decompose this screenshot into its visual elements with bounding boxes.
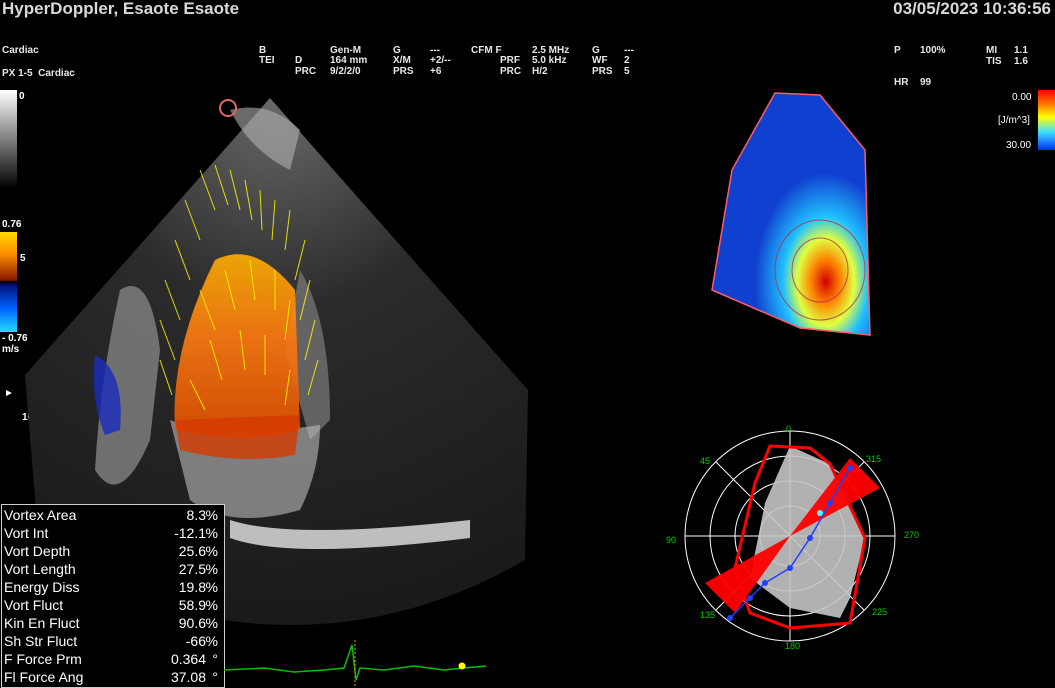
polar-label-225: 225 <box>872 607 888 617</box>
param-prc: PRC <box>295 66 317 77</box>
param-wf-value: 2 <box>624 55 630 66</box>
measurement-unit: % <box>205 633 218 649</box>
param-cfm: CFM F <box>471 45 502 56</box>
param-cfm-prc-value: H/2 <box>532 66 548 77</box>
measurement-unit: % <box>205 543 218 559</box>
measurement-row: Vort Depth 25.6 % <box>4 543 218 561</box>
measurement-unit: % <box>205 525 218 541</box>
measurement-value: 90.6 <box>178 615 206 631</box>
measurement-value: -66 <box>185 633 206 649</box>
measurement-value: 19.8 <box>178 579 206 595</box>
param-mi: MI <box>986 45 998 56</box>
measurement-value: 25.6 <box>178 543 206 559</box>
param-cfm-prc: PRC <box>500 66 522 77</box>
measurement-row: F Force Prm 0.364 ° <box>4 651 218 669</box>
measurement-row: Fl Force Ang 37.08 ° <box>4 669 218 687</box>
measurement-row: Vortex Area 8.3 % <box>4 507 218 525</box>
param-tei: TEI <box>259 55 275 66</box>
param-prs-value: +6 <box>430 66 442 77</box>
measurement-row: Sh Str Fluct -66 % <box>4 633 218 651</box>
measurement-value: 0.364 <box>170 651 206 667</box>
ecg-cursor-icon <box>458 662 466 670</box>
measurement-row: Vort Int -12.1 % <box>4 525 218 543</box>
polar-label-270: 270 <box>904 530 920 540</box>
app-title: HyperDoppler, Esaote Esaote <box>2 0 240 18</box>
param-cfm-prs-value: 5 <box>624 66 630 77</box>
measurement-panel: Vortex Area 8.3 % Vort Int -12.1 % Vort … <box>1 504 225 688</box>
measurement-label: Energy Diss <box>4 579 80 595</box>
measurement-label: Vort Fluct <box>4 597 64 613</box>
measurement-label: Sh Str Fluct <box>4 633 78 649</box>
param-prc-value: 9/2/2/0 <box>330 66 361 77</box>
probe-app: Cardiac <box>38 68 75 79</box>
param-xm-value: +2/-- <box>430 55 451 66</box>
param-tis: TIS <box>986 56 1002 67</box>
exam-datetime: 03/05/2023 10:36:56 <box>893 0 1051 18</box>
measurement-row: Vort Length 27.5 % <box>4 561 218 579</box>
energy-unit-label: [J/m^3] <box>998 115 1030 126</box>
param-tis-value: 1.6 <box>1014 56 1028 67</box>
param-mi-value: 1.1 <box>1014 45 1028 56</box>
polar-label-315: 315 <box>866 454 882 464</box>
polar-label-0: 0 <box>786 424 792 434</box>
hr-label: HR <box>894 77 909 88</box>
polar-marker <box>817 510 823 516</box>
energy-map <box>711 92 871 336</box>
flow-jet-lower <box>175 415 300 459</box>
param-p-value: 100% <box>920 45 946 56</box>
measurement-label: Vort Length <box>4 561 76 577</box>
polar-label-90: 90 <box>666 535 677 545</box>
measurement-unit: ° <box>212 651 218 667</box>
ecg-trace <box>224 640 487 688</box>
param-p: P <box>894 45 901 56</box>
probe-logo-icon <box>219 99 237 117</box>
param-wf: WF <box>592 55 608 66</box>
measurement-row: Kin En Fluct 90.6 % <box>4 615 218 633</box>
ecg-line <box>224 644 487 681</box>
measurement-unit: % <box>205 579 218 595</box>
measurement-value: 37.08 <box>170 669 206 685</box>
energy-max-label: 0.00 <box>1012 92 1032 103</box>
measurement-label: Vortex Area <box>4 507 77 523</box>
measurement-value: 27.5 <box>178 561 206 577</box>
measurement-value: 8.3 <box>186 507 206 523</box>
param-prs: PRS <box>393 66 414 77</box>
measurement-label: Vort Depth <box>4 543 71 559</box>
measurement-label: Vort Int <box>4 525 49 541</box>
measurement-row: Energy Diss 19.8 % <box>4 579 218 597</box>
probe-label: PX 1-5 Cardiac <box>2 69 75 79</box>
probe-name: PX 1-5 <box>2 68 33 79</box>
measurement-unit: ° <box>212 669 218 685</box>
measurement-label: F Force Prm <box>4 651 82 667</box>
measurement-label: Kin En Fluct <box>4 615 80 631</box>
measurement-value: 58.9 <box>178 597 206 613</box>
param-prf: PRF <box>500 55 520 66</box>
measurement-value: -12.1 <box>174 525 206 541</box>
param-d: D <box>295 55 303 66</box>
preset-label: Cardiac <box>2 45 39 56</box>
energy-color-bar <box>1038 90 1055 150</box>
polar-label-45: 45 <box>700 456 711 466</box>
param-xm: X/M <box>393 55 411 66</box>
measurement-unit: % <box>205 561 218 577</box>
energy-map-region <box>711 92 871 336</box>
measurement-unit: % <box>205 507 218 523</box>
param-cfm-prs: PRS <box>592 66 613 77</box>
hr-value: 99 <box>920 77 932 88</box>
measurement-unit: % <box>205 615 218 631</box>
param-prf-value: 5.0 kHz <box>532 55 567 66</box>
measurement-label: Fl Force Ang <box>4 669 84 685</box>
polar-label-180: 180 <box>785 641 801 651</box>
polar-label-135: 135 <box>700 610 716 620</box>
measurement-row: Vort Fluct 58.9 % <box>4 597 218 615</box>
energy-min-label: 30.00 <box>1006 140 1032 151</box>
measurement-unit: % <box>205 597 218 613</box>
param-depth: 164 mm <box>330 55 368 66</box>
